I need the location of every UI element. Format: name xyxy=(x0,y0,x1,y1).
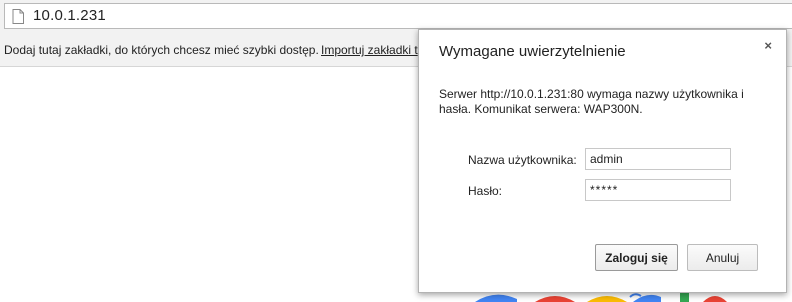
address-bar[interactable]: 10.0.1.231 xyxy=(4,3,792,29)
username-input[interactable] xyxy=(585,148,731,170)
username-label: Nazwa użytkownika: xyxy=(468,153,577,167)
login-button[interactable]: Zaloguj się xyxy=(595,244,678,271)
dialog-title: Wymagane uwierzytelnienie xyxy=(439,43,626,60)
cancel-button[interactable]: Anuluj xyxy=(687,244,758,271)
auth-dialog: Wymagane uwierzytelnienie × Serwer http:… xyxy=(418,29,787,293)
bookmarks-bar-message: Dodaj tutaj zakładki, do których chcesz … xyxy=(4,43,319,57)
password-label: Hasło: xyxy=(468,184,503,198)
import-bookmarks-link[interactable]: Importuj zakładki t xyxy=(321,33,418,67)
close-icon[interactable]: × xyxy=(764,38,772,53)
page-icon xyxy=(12,9,24,24)
dialog-message: Serwer http://10.0.1.231:80 wymaga nazwy… xyxy=(439,87,744,116)
password-input[interactable] xyxy=(585,179,731,201)
url-text[interactable]: 10.0.1.231 xyxy=(33,7,106,25)
